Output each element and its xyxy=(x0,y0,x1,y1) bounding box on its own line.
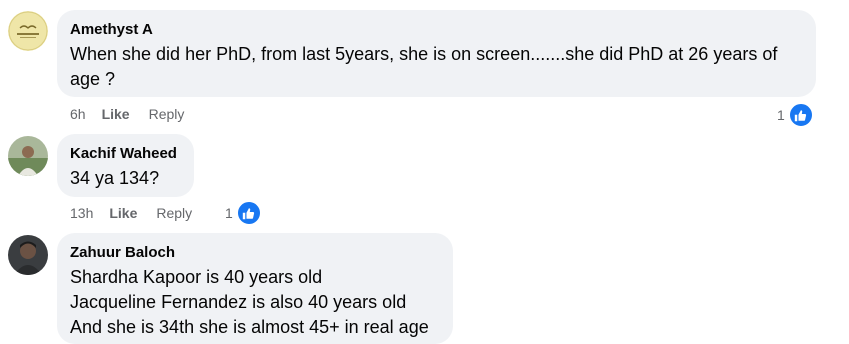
reaction-summary[interactable]: 1 xyxy=(777,102,814,128)
reaction-count: 1 xyxy=(225,205,233,221)
comment-text-line: 34 ya 134? xyxy=(70,168,160,188)
thumbs-up-icon xyxy=(235,200,262,226)
like-button[interactable]: Like xyxy=(109,204,137,222)
comment-text-line: Shardha Kapoor is 40 years old xyxy=(70,267,323,287)
comment-timestamp[interactable]: 13h xyxy=(70,204,93,222)
comment-text-line: Jacqueline Fernandez is also 40 years ol… xyxy=(70,292,407,312)
avatar[interactable] xyxy=(8,136,48,176)
comment-actions: 6h Like Reply xyxy=(70,105,184,123)
comment-text-line: age ? xyxy=(70,69,116,89)
comment-author[interactable]: Zahuur Baloch xyxy=(70,244,439,262)
comment-bubble: Kachif Waheed 34 ya 134? xyxy=(57,134,194,197)
avatar[interactable] xyxy=(8,11,48,51)
reply-button[interactable]: Reply xyxy=(156,204,192,222)
comment-text-line: When she did her PhD, from last 5years, … xyxy=(70,44,778,64)
comment-actions: 13h Like Reply xyxy=(70,204,192,222)
reply-button[interactable]: Reply xyxy=(149,105,185,123)
comment-author[interactable]: Amethyst A xyxy=(70,21,802,39)
comment-timestamp[interactable]: 6h xyxy=(70,105,86,123)
comment-bubble: Zahuur Baloch Shardha Kapoor is 40 years… xyxy=(57,233,453,344)
comment-text-line: And she is 34th she is almost 45+ in rea… xyxy=(70,317,429,337)
like-button[interactable]: Like xyxy=(102,105,130,123)
comment-author[interactable]: Kachif Waheed xyxy=(70,145,180,163)
comment-bubble: Amethyst A When she did her PhD, from la… xyxy=(57,10,816,97)
avatar[interactable] xyxy=(8,235,48,275)
reaction-count: 1 xyxy=(777,107,785,123)
reaction-summary[interactable]: 1 xyxy=(225,200,262,226)
thumbs-up-icon xyxy=(787,102,814,128)
